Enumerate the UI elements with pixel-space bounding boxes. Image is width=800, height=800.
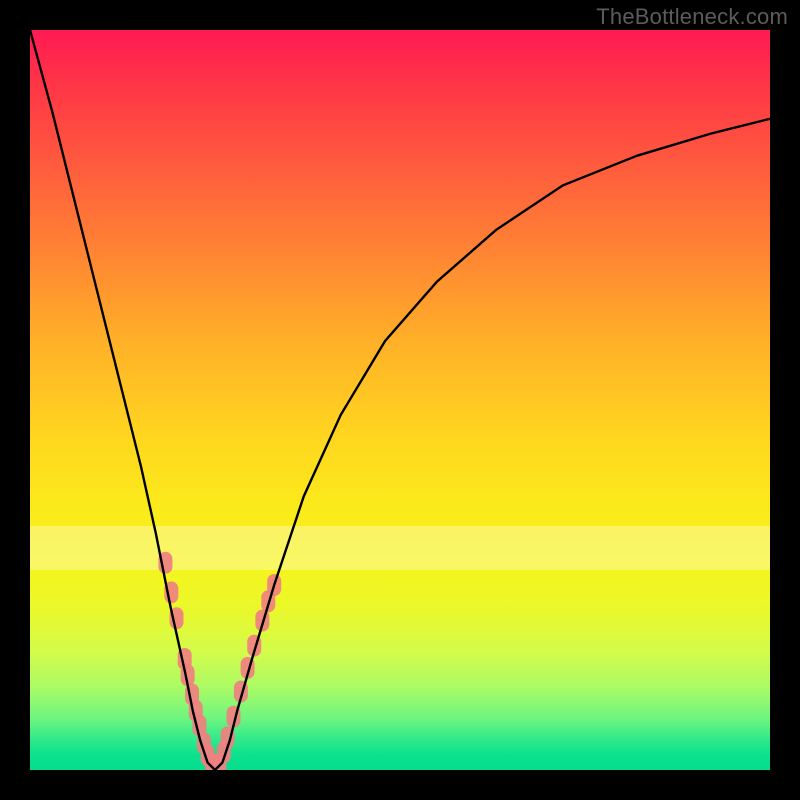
curve-svg bbox=[30, 30, 770, 770]
scatter-left bbox=[158, 552, 219, 770]
bottleneck-curve bbox=[30, 30, 770, 770]
plot-area bbox=[30, 30, 770, 770]
watermark-text: TheBottleneck.com bbox=[596, 4, 788, 30]
chart-frame: TheBottleneck.com bbox=[0, 0, 800, 800]
scatter-right bbox=[212, 574, 281, 770]
